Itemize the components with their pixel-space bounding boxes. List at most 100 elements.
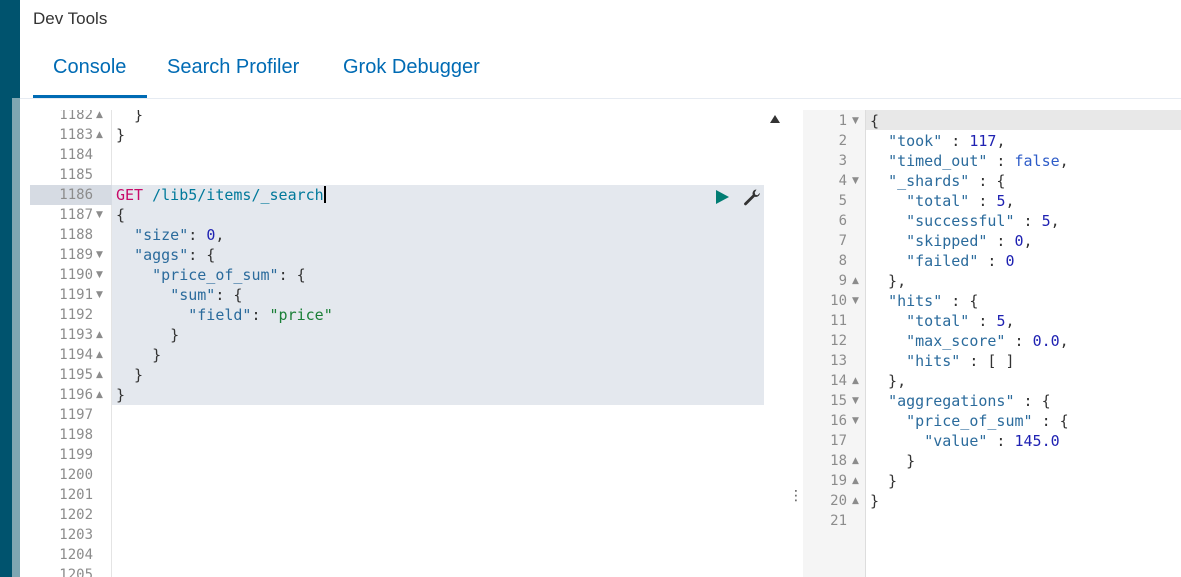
- fold-expanded-icon[interactable]: ▼: [96, 265, 103, 285]
- code-text: "max_score" : 0.0,: [870, 331, 1069, 351]
- tab-search-profiler[interactable]: Search Profiler: [167, 56, 299, 79]
- fold-collapsed-icon[interactable]: ▲: [96, 345, 103, 365]
- editor-line: 1189 ▼ "aggs": {: [20, 245, 764, 265]
- fold-expanded-icon[interactable]: ▼: [852, 391, 859, 411]
- code-text: }: [116, 125, 125, 145]
- line-number: 19: [830, 473, 847, 489]
- fold-collapsed-icon[interactable]: ▲: [852, 371, 859, 391]
- code-token: 0.0: [1032, 332, 1060, 350]
- fold-collapsed-icon[interactable]: ▲: [852, 451, 859, 471]
- code-text: {: [116, 205, 125, 225]
- line-number: 4: [838, 173, 847, 189]
- code-token: : {: [1014, 392, 1051, 410]
- line-number: 2: [838, 133, 847, 149]
- code-token: "price_of_sum": [906, 412, 1033, 430]
- request-editor[interactable]: 1182 ▲ } 1183 ▲} 1184 1185 1186 GET /lib5/items…: [20, 110, 764, 577]
- code-text: "aggs": {: [116, 245, 215, 265]
- wrench-icon[interactable]: [742, 188, 762, 206]
- output-line: 1 ▼ {: [803, 111, 1181, 131]
- code-token: "_shards": [888, 172, 970, 190]
- pane-resize-handle[interactable]: ⋮: [789, 488, 803, 504]
- fold-expanded-icon[interactable]: ▼: [852, 111, 859, 131]
- tab-console[interactable]: Console: [53, 56, 126, 79]
- header-divider: [20, 98, 1181, 99]
- editor-line: 1184: [20, 145, 764, 165]
- nav-strip: [0, 0, 20, 577]
- line-number: 3: [838, 153, 847, 169]
- line-number: 1194: [59, 347, 93, 363]
- output-line: 11 "total" : 5,: [803, 311, 1181, 331]
- code-token: :: [987, 432, 1015, 450]
- code-token: "total": [906, 312, 970, 330]
- output-line: 4 ▼ "_shards" : {: [803, 171, 1181, 191]
- line-number: 13: [830, 353, 847, 369]
- code-token: :: [987, 152, 1015, 170]
- code-text: }: [870, 451, 915, 471]
- code-token: : {: [278, 266, 306, 284]
- line-number: 11: [830, 313, 847, 329]
- code-token: }: [116, 110, 144, 124]
- code-token: ,: [1050, 212, 1060, 230]
- code-token: ,: [1023, 232, 1033, 250]
- code-token: ,: [215, 226, 225, 244]
- line-number: 1183: [59, 127, 93, 143]
- fold-collapsed-icon[interactable]: ▲: [852, 491, 859, 511]
- code-token: ,: [1005, 312, 1015, 330]
- fold-expanded-icon[interactable]: ▼: [96, 285, 103, 305]
- code-token: "took": [888, 132, 943, 150]
- code-text: "timed_out" : false,: [870, 151, 1069, 171]
- code-text: "_shards" : {: [870, 171, 1005, 191]
- fold-collapsed-icon[interactable]: ▲: [852, 471, 859, 491]
- fold-expanded-icon[interactable]: ▼: [852, 291, 859, 311]
- code-token: : {: [942, 292, 979, 310]
- line-number: 17: [830, 433, 847, 449]
- response-output: 1 ▼{2 "took" : 117, 3 "timed_out" : false,…: [803, 110, 1181, 577]
- code-text: "value" : 145.0: [870, 431, 1059, 451]
- line-number: 16: [830, 413, 847, 429]
- code-token: "skipped": [906, 232, 988, 250]
- fold-expanded-icon[interactable]: ▼: [96, 245, 103, 265]
- tab-grok-debugger[interactable]: Grok Debugger: [343, 56, 480, 79]
- line-number: 18: [830, 453, 847, 469]
- editor-line: 1200: [20, 465, 764, 485]
- editor-line: 1202: [20, 505, 764, 525]
- fold-collapsed-icon[interactable]: ▲: [852, 271, 859, 291]
- code-token: 5: [1041, 212, 1051, 230]
- code-token: "total": [906, 192, 970, 210]
- fold-collapsed-icon[interactable]: ▲: [96, 110, 103, 125]
- editor-line: 1192 "field": "price": [20, 305, 764, 325]
- code-text: "total" : 5,: [870, 311, 1015, 331]
- line-number: 1199: [59, 447, 93, 463]
- fold-expanded-icon[interactable]: ▼: [852, 171, 859, 191]
- scroll-up-icon[interactable]: [769, 114, 781, 124]
- code-token: ,: [1059, 152, 1069, 170]
- play-icon[interactable]: [714, 189, 730, 205]
- fold-collapsed-icon[interactable]: ▲: [96, 365, 103, 385]
- fold-collapsed-icon[interactable]: ▲: [96, 385, 103, 405]
- line-number: 5: [838, 193, 847, 209]
- code-text: "successful" : 5,: [870, 211, 1060, 231]
- code-token: : [ ]: [960, 352, 1015, 370]
- fold-collapsed-icon[interactable]: ▲: [96, 325, 103, 345]
- code-token: 117: [969, 132, 997, 150]
- fold-expanded-icon[interactable]: ▼: [852, 411, 859, 431]
- fold-expanded-icon[interactable]: ▼: [96, 205, 103, 225]
- output-line: 5 "total" : 5,: [803, 191, 1181, 211]
- code-token: }: [870, 452, 916, 470]
- code-token: :: [1005, 332, 1033, 350]
- code-token: },: [870, 372, 907, 390]
- editor-line: 1188 "size": 0,: [20, 225, 764, 245]
- code-token: :: [987, 232, 1015, 250]
- code-text: }: [116, 110, 143, 125]
- code-token: 0: [206, 226, 216, 244]
- fold-collapsed-icon[interactable]: ▲: [96, 125, 103, 145]
- line-number: 7: [838, 233, 847, 249]
- editor-line: 1187 ▼ {: [20, 205, 764, 225]
- code-token: "aggs": [134, 246, 189, 264]
- editor-line: 1197: [20, 405, 764, 425]
